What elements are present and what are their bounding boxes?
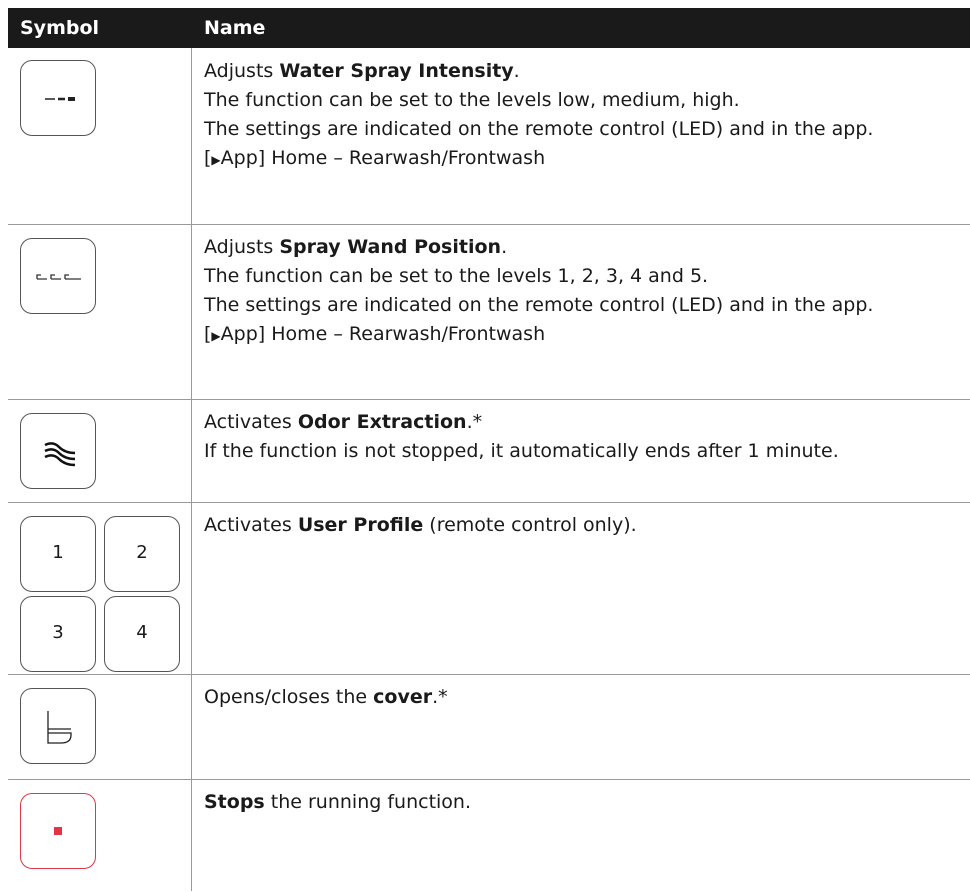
profile-3-button[interactable]: 3 <box>20 596 96 672</box>
symbol-cell <box>8 779 192 891</box>
stop-button[interactable] <box>20 793 96 869</box>
odor-extraction-button[interactable] <box>20 413 96 489</box>
header-name: Name <box>204 17 266 39</box>
desc-line: The function can be set to the levels lo… <box>204 89 740 111</box>
cover-icon <box>47 711 72 744</box>
spray-wand-position-icon <box>36 274 81 280</box>
profile-2-number: 2 <box>136 542 148 563</box>
profile-1-number: 1 <box>52 542 64 563</box>
name-cell: Adjusts Water Spray Intensity. The funct… <box>204 57 958 175</box>
symbol-cell <box>8 48 192 224</box>
desc-line: Activates Odor Extraction.* <box>204 411 483 433</box>
profile-1-button[interactable]: 1 <box>20 516 96 592</box>
desc-line: The settings are indicated on the remote… <box>204 118 874 140</box>
desc-line: Adjusts Water Spray Intensity. <box>204 60 520 82</box>
odor-extraction-icon <box>44 442 76 467</box>
arrow-icon: ▶ <box>211 329 221 343</box>
stop-icon <box>54 827 62 835</box>
arrow-icon: ▶ <box>211 153 221 167</box>
desc-line: Opens/closes the cover.* <box>204 686 448 708</box>
spray-wand-position-button[interactable] <box>20 238 96 314</box>
profile-2-button[interactable]: 2 <box>104 516 180 592</box>
symbol-cell <box>8 224 192 399</box>
desc-line: The function can be set to the levels 1,… <box>204 265 709 287</box>
profile-4-button[interactable]: 4 <box>104 596 180 672</box>
symbol-cell <box>8 674 192 779</box>
table-row: Activates Odor Extraction.* If the funct… <box>8 399 970 503</box>
name-cell: Activates User Profile (remote control o… <box>204 511 958 540</box>
header-symbol: Symbol <box>20 17 100 39</box>
desc-line: Activates User Profile (remote control o… <box>204 514 637 536</box>
table-header: Symbol Name <box>8 8 970 48</box>
name-cell: Opens/closes the cover.* <box>204 683 958 712</box>
spray-intensity-button[interactable] <box>20 60 96 136</box>
table-row: Opens/closes the cover.* <box>8 674 970 780</box>
symbol-cell <box>8 399 192 502</box>
desc-line: Stops the running function. <box>204 791 472 813</box>
name-cell: Activates Odor Extraction.* If the funct… <box>204 408 958 466</box>
symbol-cell: 1 2 3 4 <box>8 502 192 674</box>
spray-intensity-icon <box>45 97 75 101</box>
name-cell: Adjusts Spray Wand Position. The functio… <box>204 233 958 351</box>
table-row: 1 2 3 4 Activates User Profile (remote c… <box>8 502 970 675</box>
app-path: [▶App] Home – Rearwash/Frontwash <box>204 147 546 169</box>
app-path: [▶App] Home – Rearwash/Frontwash <box>204 323 546 345</box>
table-row: Stops the running function. <box>8 779 970 891</box>
cover-button[interactable] <box>20 688 96 764</box>
desc-line: Adjusts Spray Wand Position. <box>204 236 508 258</box>
table-row: Adjusts Spray Wand Position. The functio… <box>8 224 970 400</box>
profile-4-number: 4 <box>136 622 148 643</box>
name-cell: Stops the running function. <box>204 788 958 817</box>
desc-line: If the function is not stopped, it autom… <box>204 440 839 462</box>
table-row: Adjusts Water Spray Intensity. The funct… <box>8 48 970 225</box>
desc-line: The settings are indicated on the remote… <box>204 294 874 316</box>
profile-3-number: 3 <box>52 622 64 643</box>
